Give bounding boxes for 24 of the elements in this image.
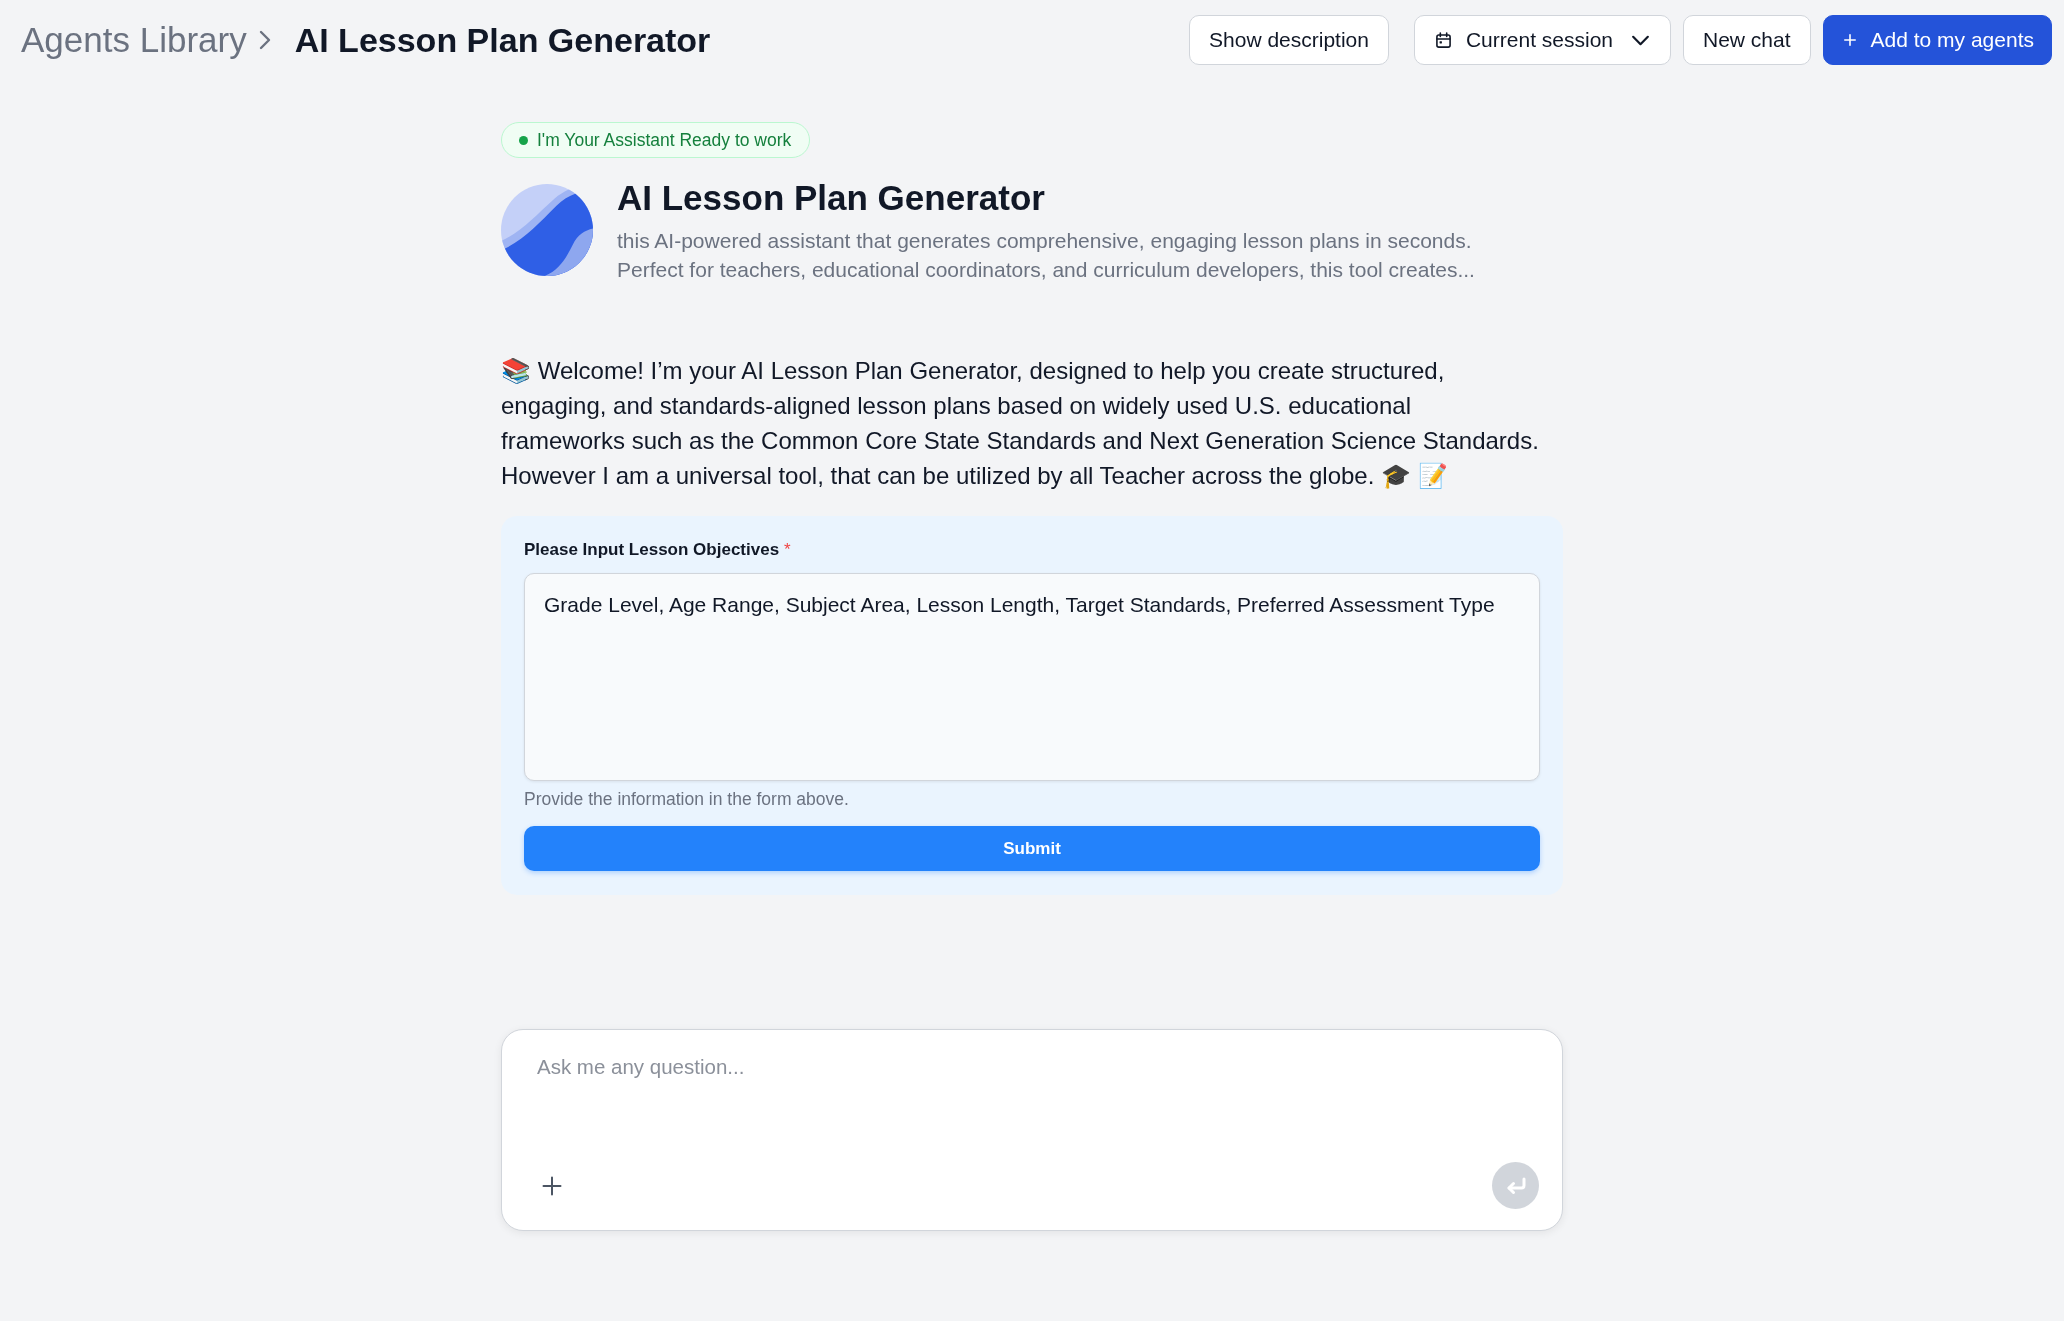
submit-button[interactable]: Submit	[524, 826, 1540, 871]
required-mark: *	[784, 539, 791, 561]
agent-description: this AI-powered assistant that generates comprehensive, engaging lesson plans in seconds. Perfect for teachers, educational coordinators, and curriculum developers, this tool creates...	[617, 228, 1476, 283]
agent-title: AI Lesson Plan Generator	[617, 177, 1046, 219]
welcome-message: 📚 Welcome! I’m your AI Lesson Plan Generator, designed to help you create structured, engaging, and standards-aligned lesson plans based on widely used U.S. educational frameworks such as the Common Core State Standards and Next Generation Science Standards. However I am a universal tool, that can be utilized by all Teacher across the globe. 🎓 📝	[501, 356, 1540, 491]
objectives-input-field[interactable]: Grade Level, Age Range, Subject Area, Lesson Length, Target Standards, Preferred Assessment Type	[524, 573, 1540, 781]
calendar-icon	[1434, 31, 1452, 49]
chevron-right-icon	[258, 30, 271, 50]
chevron-down-icon	[1631, 34, 1650, 46]
breadcrumb-link[interactable]: Agents Library	[21, 15, 247, 65]
message-composer[interactable]: Ask me any question...	[501, 1029, 1563, 1231]
new-chat-button[interactable]: New chat	[1683, 15, 1811, 65]
status-dot-icon	[519, 135, 528, 145]
page-title: AI Lesson Plan Generator	[294, 20, 711, 61]
add-button[interactable]	[542, 1175, 562, 1196]
session-dropdown[interactable]: Current session	[1413, 15, 1671, 65]
plus-icon	[542, 1175, 562, 1196]
help-text: Provide the information in the form above.	[524, 788, 850, 810]
field-label: Please Input Lesson Objectives	[524, 539, 780, 561]
status-text: I'm Your Assistant Ready to work	[537, 129, 792, 151]
show-description-button[interactable]: Show description	[1189, 15, 1389, 65]
add-to-agents-button[interactable]: Add to my agents	[1822, 15, 2052, 65]
message-input-field[interactable]: Ask me any question...	[537, 1053, 1539, 1162]
plus-icon	[1843, 34, 1856, 46]
